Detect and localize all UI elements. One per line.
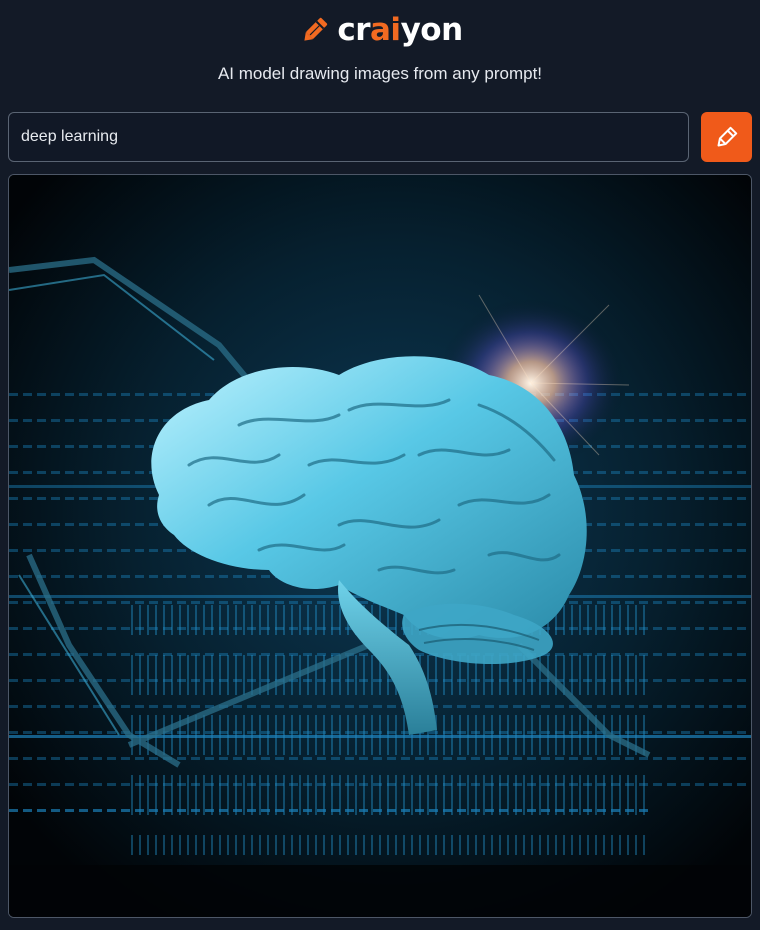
- tagline: AI model drawing images from any prompt!: [217, 64, 543, 83]
- logo[interactable]: craiyon: [0, 10, 760, 50]
- logo-text: craiyon: [337, 12, 464, 48]
- pencil-icon: [304, 17, 328, 41]
- prompt-input[interactable]: [8, 112, 689, 162]
- generated-image[interactable]: [8, 174, 752, 918]
- brain-circuit-illustration: [9, 175, 751, 917]
- logo-text-ai: ai: [370, 12, 401, 48]
- draw-button[interactable]: [701, 112, 752, 162]
- logo-text-part1: cr: [337, 12, 371, 48]
- pencil-icon: [717, 126, 737, 147]
- logo-text-part3: yon: [400, 12, 464, 48]
